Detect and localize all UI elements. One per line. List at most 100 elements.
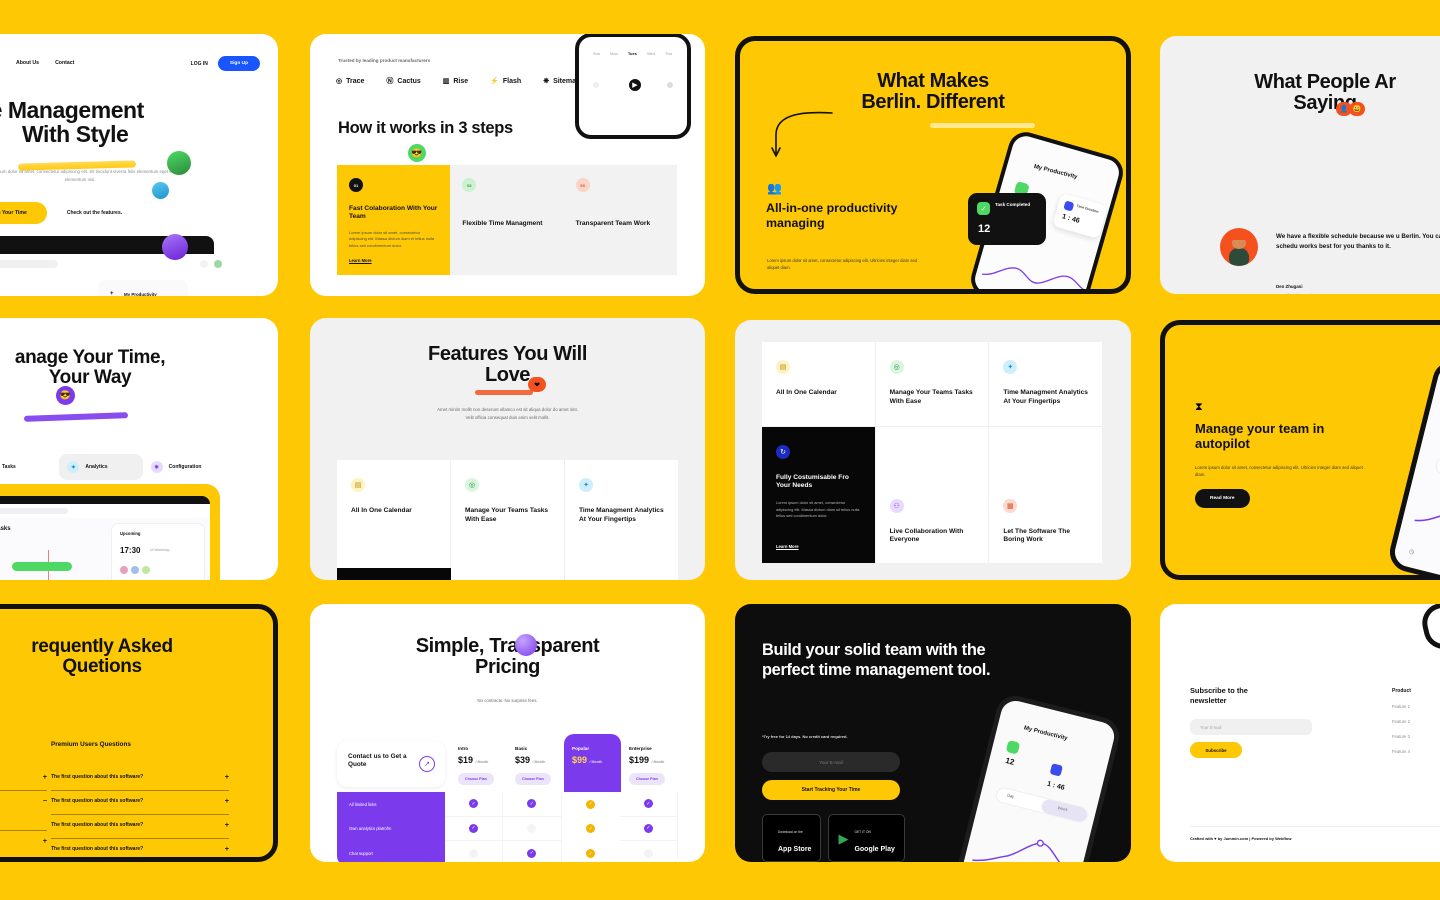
features-title-line2: Love — [484, 364, 531, 387]
faq-item[interactable]: The first question about this software? … — [51, 791, 229, 815]
nav-item-contact[interactable]: Contact — [55, 60, 74, 66]
plan-price: $99 / Month — [572, 755, 603, 765]
expand-icon[interactable]: + — [43, 838, 47, 845]
faq-item[interactable]: are? + — [0, 831, 47, 854]
dark-feature-cell: ↻ — [337, 568, 451, 580]
play-icon[interactable]: ▶ — [629, 79, 641, 91]
email-field[interactable]: Your E-mail — [1190, 719, 1312, 735]
check-icon: ✓ — [586, 849, 596, 859]
stop-icon[interactable] — [667, 82, 673, 88]
manage-time-card: anage Your Time, Your Way 😎 ◎ Tasks ✦ An… — [0, 318, 278, 580]
cta-title: Build your solid team with the perfect t… — [762, 641, 991, 680]
dashboard-search-input[interactable] — [0, 260, 58, 268]
faq-item[interactable]: The first question about this software? … — [51, 767, 229, 791]
expand-icon[interactable]: + — [225, 846, 229, 853]
feature-cell: ◎ Manage Your Teams Tasks With Ease — [875, 342, 990, 427]
footer-link[interactable]: Feature 4 — [1392, 749, 1411, 754]
plan-price: $199 / Month — [629, 755, 665, 765]
smiley-badge-icon: 😎 — [408, 144, 426, 162]
expand-icon[interactable]: + — [225, 774, 229, 781]
footer-link[interactable]: Feature 3 — [1392, 734, 1411, 739]
google-play-button[interactable]: ▶ GET IT ON Google Play — [828, 814, 905, 862]
step-number: 02 — [462, 178, 477, 192]
analytics-icon: ✦ — [1003, 360, 1018, 374]
cta-note: *Try free for 14 days. No credit card re… — [762, 734, 848, 739]
plan-price: $19 / Month — [458, 755, 489, 765]
cactus-icon: Ⓝ — [386, 78, 394, 85]
task-pill[interactable] — [12, 562, 72, 571]
arrow-up-right-icon[interactable]: ↗ — [419, 756, 435, 772]
signup-button[interactable]: Sign Up — [217, 56, 260, 71]
login-link[interactable]: LOG IN — [191, 61, 208, 67]
subscribe-button[interactable]: Subscribe — [1190, 742, 1242, 758]
rise-icon: ▥ — [442, 78, 450, 85]
avatar[interactable] — [214, 260, 222, 268]
feature-cell: ▤ All In One Calendar — [337, 460, 450, 580]
bell-icon[interactable] — [200, 260, 208, 268]
hero-nav: About Us Contact — [16, 60, 74, 66]
tab-configuration[interactable]: ✷ Configuration — [143, 454, 226, 480]
feature-mark-cell: ✓ — [619, 792, 678, 817]
manage-time-title: anage Your Time, Your Way — [0, 347, 210, 388]
features-title-line1: Features You Will — [428, 343, 587, 365]
analytics-icon: ✦ — [579, 478, 593, 492]
choose-plan-button[interactable]: Choose Plan — [629, 773, 665, 785]
feature-grid: ▤ All In One Calendar ◎ Manage Your Team… — [762, 342, 1103, 564]
tab-analytics[interactable]: ✦ Analytics — [59, 454, 143, 480]
berlin-section-card: What Makes Berlin. Different My Producti… — [735, 36, 1131, 294]
title-highlight-brush — [930, 123, 1035, 128]
plan-enterprise: Enterprise $199 / Month Choose Plan — [621, 734, 678, 797]
expand-icon[interactable]: + — [43, 774, 47, 781]
task-completed-tile: ✓ Task Completed 12 — [968, 193, 1046, 245]
clock-icon[interactable]: ◷ — [1408, 548, 1415, 556]
choose-plan-button[interactable]: Choose Plan — [515, 773, 551, 785]
add-icon[interactable]: + — [110, 291, 114, 296]
plan-name: Basic — [515, 746, 528, 751]
tab-tasks[interactable]: ◎ Tasks — [0, 454, 59, 480]
hero-cta-row: Start Tracking Your Time Check out the f… — [0, 202, 122, 224]
faq-answer: r adipiscing elit. dipiscing, MI — [0, 814, 47, 832]
app-store-button[interactable]: Download on the App Store — [762, 814, 822, 862]
features-love-title: Features You Will Love — [340, 343, 675, 387]
feature-tabs: ◎ Tasks ✦ Analytics ✷ Configuration — [0, 454, 226, 480]
feature-mark-cell: ✓ — [619, 816, 678, 842]
footer-link[interactable]: Feature 1 — [1392, 704, 1411, 709]
timer-icon — [1049, 763, 1063, 777]
column-title: Product — [1392, 688, 1411, 694]
start-tracking-button[interactable]: Start Tracking Your Time — [0, 202, 47, 224]
email-field[interactable]: Your E-mail — [762, 752, 900, 772]
tasks-icon: ◎ — [889, 360, 904, 374]
collaboration-icon: ⚇ — [889, 498, 904, 513]
feature-mark-cell: ✓ — [445, 816, 504, 842]
plan-price: $39 / Month — [515, 755, 546, 765]
berlin-title-line2: Berlin. Different — [861, 91, 1005, 114]
expand-icon[interactable]: + — [225, 822, 229, 829]
expand-icon[interactable]: + — [225, 798, 229, 805]
app-search-input[interactable] — [0, 508, 68, 514]
start-tracking-button[interactable]: Start Tracking Your Time — [762, 780, 900, 800]
hero-section-card: About Us Contact LOG IN Sign Up ne Manag… — [0, 34, 278, 296]
feature-mark-cell: ✓ — [503, 792, 562, 817]
learn-more-link[interactable]: Learn More — [349, 258, 372, 263]
plan-basic: Basic $39 / Month Choose Plan — [507, 734, 564, 797]
contact-quote-card[interactable]: Contact us to Get a Quote ↗ — [337, 741, 445, 787]
faq-item[interactable]: The first question about this software? … — [51, 815, 229, 839]
hero-nav-actions: LOG IN Sign Up — [191, 56, 260, 71]
feature-mark-cell: ✓ — [562, 841, 620, 862]
nav-item-about[interactable]: About Us — [16, 60, 39, 66]
phone-tasks-value: 12 — [1004, 755, 1016, 767]
app-window-bar — [0, 496, 210, 504]
features-link[interactable]: Check out the features. — [67, 210, 122, 216]
faq-item[interactable]: are? − — [0, 791, 47, 814]
smiley-badge-icon: 😎 — [56, 386, 75, 405]
collapse-icon[interactable]: − — [43, 798, 47, 805]
productivity-chart — [1414, 500, 1440, 522]
faq-item[interactable]: The first question about this software? … — [51, 839, 229, 857]
faq-title-line1: requently Asked — [31, 636, 173, 657]
choose-plan-button[interactable]: Choose Plan — [458, 773, 494, 785]
faq-item[interactable]: are? + — [0, 767, 47, 791]
footer-link[interactable]: Feature 2 — [1392, 719, 1411, 724]
learn-more-link[interactable]: Learn More — [776, 544, 799, 549]
automation-icon: ▦ — [1003, 498, 1018, 513]
read-more-button[interactable]: Read More — [1195, 489, 1250, 508]
